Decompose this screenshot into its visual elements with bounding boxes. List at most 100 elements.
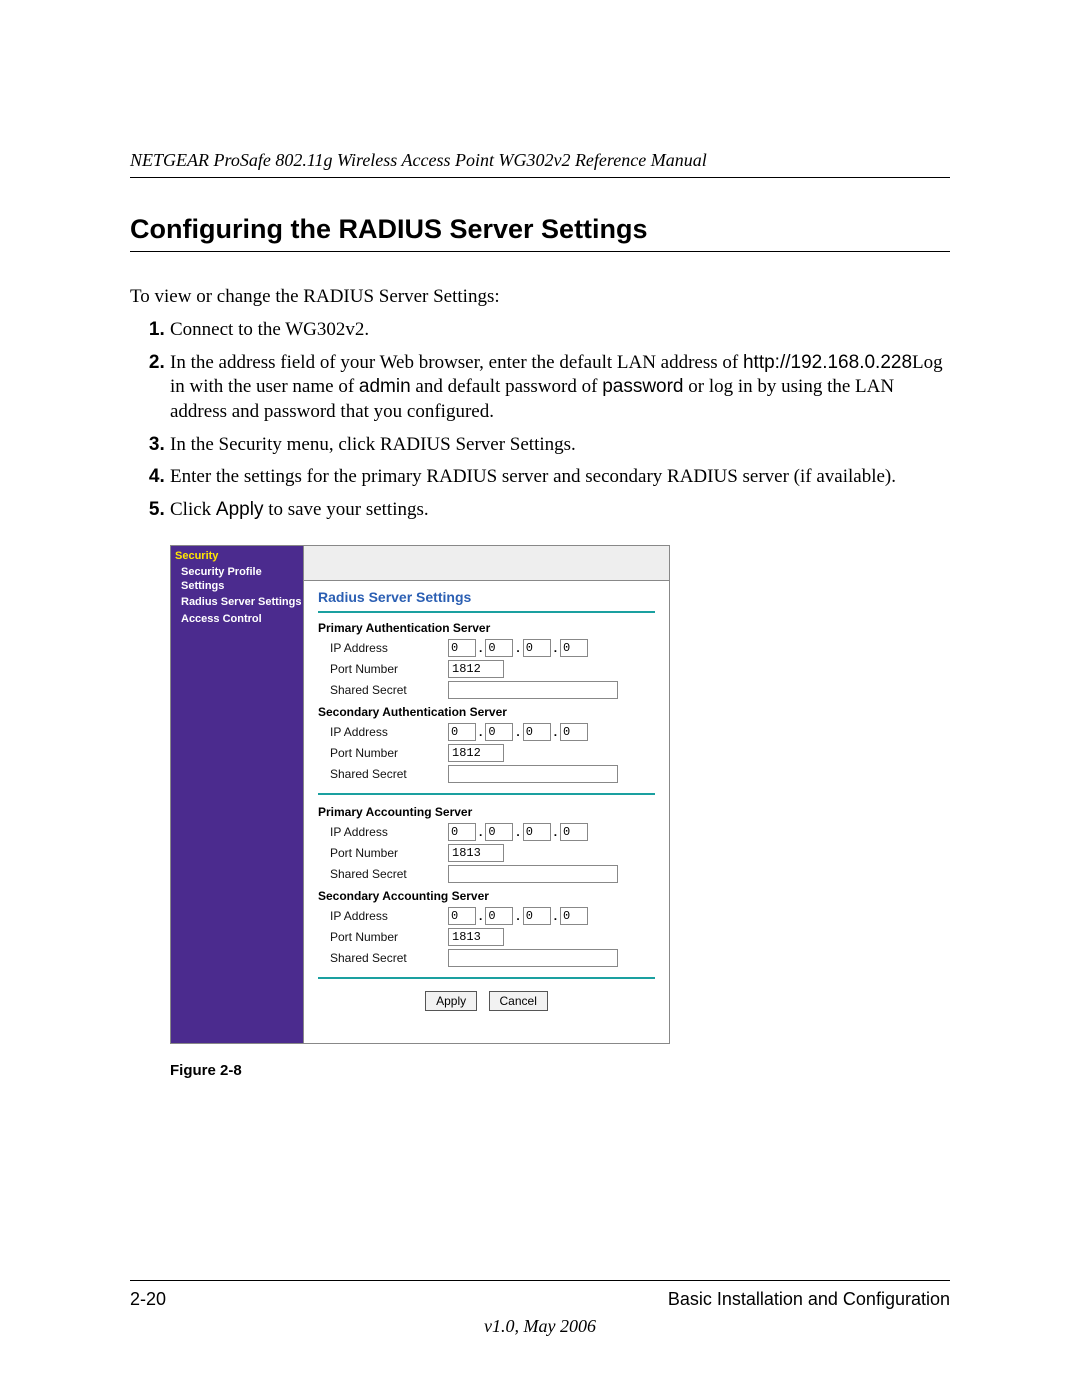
label-port: Port Number [318, 746, 448, 760]
group-primary-acct: Primary Accounting Server [318, 805, 655, 819]
row-pa-port: Port Number [318, 660, 655, 678]
group-secondary-auth: Secondary Authentication Server [318, 705, 655, 719]
row-sc-port: Port Number [318, 928, 655, 946]
row-sa-secret: Shared Secret [318, 765, 655, 783]
dot-icon: . [551, 725, 560, 739]
row-pa-ip: IP Address . . . [318, 639, 655, 657]
step-2-text-c: and default password of [411, 376, 603, 397]
sc-port-input[interactable] [448, 928, 504, 946]
label-port: Port Number [318, 662, 448, 676]
label-ip: IP Address [318, 725, 448, 739]
step-2-pass: password [602, 376, 683, 397]
pa-ip-oct1[interactable] [448, 639, 476, 657]
step-2: In the address field of your Web browser… [170, 351, 950, 425]
step-3: In the Security menu, click RADIUS Serve… [170, 433, 950, 458]
sidebar-heading: Security [175, 550, 303, 562]
ui-screenshot: Security Security Profile Settings Radiu… [170, 545, 670, 1044]
label-ip: IP Address [318, 909, 448, 923]
sc-ip-oct1[interactable] [448, 907, 476, 925]
footer-version: v1.0, May 2006 [130, 1316, 950, 1337]
sa-ip-oct1[interactable] [448, 723, 476, 741]
sa-secret-input[interactable] [448, 765, 618, 783]
sc-secret-input[interactable] [448, 949, 618, 967]
sa-ip-oct3[interactable] [523, 723, 551, 741]
panel-inner: Radius Server Settings Primary Authentic… [304, 580, 669, 1025]
row-pc-ip: IP Address . . . [318, 823, 655, 841]
section-heading: Configuring the RADIUS Server Settings [130, 214, 950, 252]
group-primary-auth: Primary Authentication Server [318, 621, 655, 635]
cancel-button[interactable]: Cancel [489, 991, 548, 1011]
footer-section: Basic Installation and Configuration [668, 1289, 950, 1310]
dot-icon: . [513, 725, 522, 739]
pc-port-input[interactable] [448, 844, 504, 862]
sc-ip-oct3[interactable] [523, 907, 551, 925]
sa-ip-oct4[interactable] [560, 723, 588, 741]
pc-ip-oct3[interactable] [523, 823, 551, 841]
step-5-btn: Apply [216, 499, 264, 520]
document-page: NETGEAR ProSafe 802.11g Wireless Access … [0, 0, 1080, 1397]
settings-panel: Radius Server Settings Primary Authentic… [303, 546, 669, 1043]
row-sc-secret: Shared Secret [318, 949, 655, 967]
pa-secret-input[interactable] [448, 681, 618, 699]
pc-ip-oct1[interactable] [448, 823, 476, 841]
button-row: Apply Cancel [318, 991, 655, 1011]
step-2-text-a: In the address field of your Web browser… [170, 352, 743, 373]
step-5: Click Apply to save your settings. [170, 498, 950, 523]
steps-list: Connect to the WG302v2. In the address f… [130, 318, 950, 523]
label-ip: IP Address [318, 641, 448, 655]
label-secret: Shared Secret [318, 683, 448, 697]
sidebar-item-radius-server[interactable]: Radius Server Settings [175, 594, 303, 610]
label-ip: IP Address [318, 825, 448, 839]
dot-icon: . [551, 825, 560, 839]
figure-caption: Figure 2-8 [170, 1062, 950, 1079]
sc-ip-oct2[interactable] [485, 907, 513, 925]
sidebar-item-security-profile[interactable]: Security Profile Settings [175, 564, 303, 595]
label-secret: Shared Secret [318, 951, 448, 965]
row-sc-ip: IP Address . . . [318, 907, 655, 925]
pc-secret-input[interactable] [448, 865, 618, 883]
row-pc-port: Port Number [318, 844, 655, 862]
step-2-url: http://192.168.0.228 [743, 352, 912, 373]
dot-icon: . [551, 641, 560, 655]
running-header: NETGEAR ProSafe 802.11g Wireless Access … [130, 150, 950, 178]
row-pc-secret: Shared Secret [318, 865, 655, 883]
dot-icon: . [513, 825, 522, 839]
apply-button[interactable]: Apply [425, 991, 477, 1011]
pa-ip-oct4[interactable] [560, 639, 588, 657]
divider [318, 793, 655, 795]
panel-top-gap [304, 546, 669, 580]
label-secret: Shared Secret [318, 867, 448, 881]
pc-ip-oct4[interactable] [560, 823, 588, 841]
sc-ip-oct4[interactable] [560, 907, 588, 925]
row-pa-secret: Shared Secret [318, 681, 655, 699]
dot-icon: . [476, 825, 485, 839]
step-5-text-b: to save your settings. [263, 499, 428, 520]
dot-icon: . [476, 909, 485, 923]
dot-icon: . [513, 909, 522, 923]
divider [318, 977, 655, 979]
pa-port-input[interactable] [448, 660, 504, 678]
label-port: Port Number [318, 846, 448, 860]
panel-title: Radius Server Settings [318, 587, 655, 613]
step-5-text-a: Click [170, 499, 216, 520]
intro-text: To view or change the RADIUS Server Sett… [130, 286, 950, 308]
row-sa-ip: IP Address . . . [318, 723, 655, 741]
dot-icon: . [476, 641, 485, 655]
pa-ip-oct2[interactable] [485, 639, 513, 657]
footer-page-number: 2-20 [130, 1289, 166, 1310]
sidebar: Security Security Profile Settings Radiu… [171, 546, 303, 1043]
step-4: Enter the settings for the primary RADIU… [170, 465, 950, 490]
row-sa-port: Port Number [318, 744, 655, 762]
step-1: Connect to the WG302v2. [170, 318, 950, 343]
sa-ip-oct2[interactable] [485, 723, 513, 741]
page-footer: 2-20 Basic Installation and Configuratio… [130, 1280, 950, 1337]
sa-port-input[interactable] [448, 744, 504, 762]
pa-ip-oct3[interactable] [523, 639, 551, 657]
sidebar-item-access-control[interactable]: Access Control [175, 611, 303, 627]
group-secondary-acct: Secondary Accounting Server [318, 889, 655, 903]
dot-icon: . [551, 909, 560, 923]
step-2-user: admin [359, 376, 411, 397]
label-secret: Shared Secret [318, 767, 448, 781]
pc-ip-oct2[interactable] [485, 823, 513, 841]
dot-icon: . [476, 725, 485, 739]
